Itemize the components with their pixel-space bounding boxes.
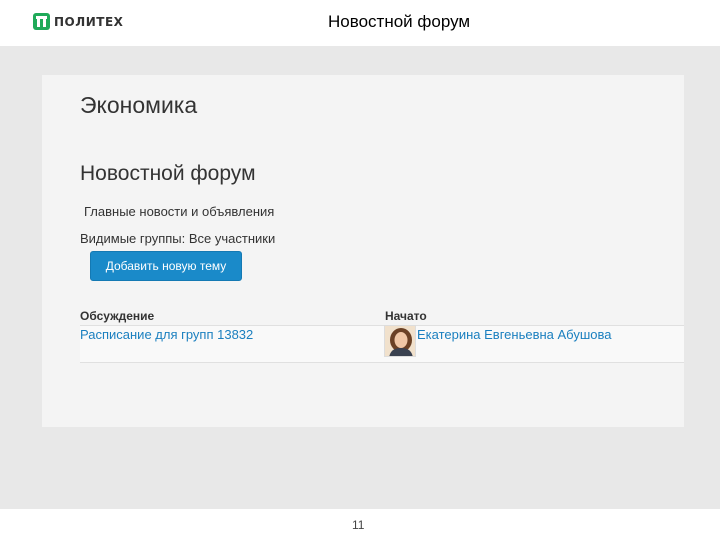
forum-description: Главные новости и объявления [84, 204, 275, 219]
avatar[interactable] [384, 325, 416, 357]
slide-header: ПОЛИТЕХ Новостной форум [0, 0, 720, 46]
discussion-link[interactable]: Расписание для групп 13832 [80, 327, 253, 342]
politech-logo-icon [33, 13, 50, 30]
forum-title: Новостной форум [80, 162, 256, 185]
slide-title: Новостной форум [328, 12, 471, 31]
page-number: 11 [352, 518, 365, 532]
column-header-discussion[interactable]: Обсуждение [80, 309, 154, 323]
add-new-topic-button[interactable]: Добавить новую тему [90, 251, 242, 281]
column-header-started[interactable]: Начато [385, 309, 427, 323]
politech-logo: ПОЛИТЕХ [33, 13, 123, 30]
course-title[interactable]: Экономика [80, 92, 197, 119]
visible-groups-label: Видимые группы: Все участники [80, 231, 276, 246]
author-link[interactable]: Екатерина Евгеньевна Абушова [417, 327, 612, 342]
logo-text: ПОЛИТЕХ [54, 14, 124, 29]
user-photo-icon [385, 326, 415, 356]
